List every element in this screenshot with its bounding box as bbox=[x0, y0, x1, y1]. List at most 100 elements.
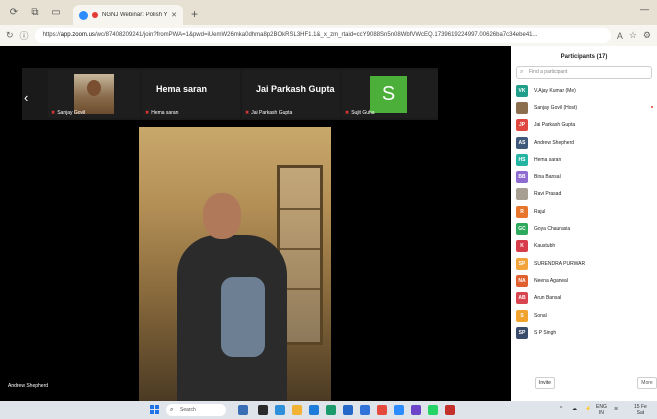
active-speaker-video bbox=[139, 127, 331, 401]
new-tab-icon[interactable]: + bbox=[191, 7, 198, 21]
participant-row[interactable]: K Kaustubh bbox=[511, 238, 657, 255]
speaker-head bbox=[203, 193, 241, 239]
zoom-app-icon[interactable] bbox=[394, 405, 404, 415]
participant-name: SURENDRA PURWAR bbox=[534, 260, 586, 267]
clock[interactable]: 15 Fe Sat bbox=[634, 404, 647, 416]
teams-icon[interactable] bbox=[411, 405, 421, 415]
participant-avatar: S bbox=[516, 309, 528, 322]
participant-name: Jai Parkash Gupta bbox=[534, 122, 576, 129]
participant-name: Neena Agarwal bbox=[534, 277, 568, 284]
video-tile-sanjay-govil[interactable]: ✖ Sanjay Govil bbox=[48, 70, 140, 118]
file-explorer-icon[interactable] bbox=[292, 405, 302, 415]
edge-alt-icon[interactable] bbox=[326, 405, 336, 415]
taskbar-search-label: Search bbox=[180, 407, 196, 413]
taskbar-search[interactable]: ⌕ Search bbox=[166, 404, 226, 416]
participant-name: Rajul bbox=[534, 208, 546, 215]
chevron-up-icon[interactable]: ^ bbox=[560, 406, 562, 412]
more-button[interactable]: More bbox=[637, 377, 657, 389]
chevron-left-icon[interactable]: ‹ bbox=[24, 90, 28, 105]
participant-name: Sonal bbox=[534, 312, 547, 319]
site-info-icon[interactable]: ⓘ bbox=[20, 29, 29, 42]
participant-row[interactable]: VK V.Ajay Kumar (Me) bbox=[511, 82, 657, 99]
participant-row[interactable]: HS Hema saran bbox=[511, 151, 657, 168]
tile-name: Hema saran bbox=[156, 84, 208, 94]
mic-muted-icon: ✖ bbox=[51, 110, 56, 116]
close-tab-icon[interactable]: ✕ bbox=[171, 11, 177, 19]
participants-title: Participants (17) bbox=[560, 54, 608, 60]
mic-muted-icon: ✖ bbox=[145, 110, 150, 116]
browser-tab[interactable]: NGNJ Webinar: Polish Your ✕ bbox=[73, 5, 183, 25]
participant-row[interactable]: NA Neena Agarwal bbox=[511, 272, 657, 289]
active-speaker-name: Andrew Shepherd bbox=[8, 383, 49, 389]
address-bar: ↻ ⓘ https://app.zoom.us/wc/87408209241/j… bbox=[0, 25, 657, 46]
browser-tab-bar: ⟳ ⧉ ▭ NGNJ Webinar: Polish Your ✕ + — bbox=[0, 0, 657, 25]
participant-name: Arun Bansal bbox=[534, 295, 562, 302]
participant-row[interactable]: SP SURENDRA PURWAR bbox=[511, 255, 657, 272]
participant-avatar: VK bbox=[516, 84, 528, 97]
participant-avatar bbox=[516, 188, 528, 201]
participant-avatar: R bbox=[516, 205, 528, 218]
participant-row[interactable]: S Sonal bbox=[511, 307, 657, 324]
video-tile-sujit-guha[interactable]: S ✖ Sujit Guha bbox=[342, 70, 438, 118]
invite-button[interactable]: Invite bbox=[535, 377, 555, 389]
search-participant-input[interactable]: ⌕ Find a participant bbox=[516, 66, 652, 79]
participant-avatar: GC bbox=[516, 223, 528, 236]
participant-row[interactable]: JP Jai Parkash Gupta bbox=[511, 117, 657, 134]
landscape-widget-icon[interactable] bbox=[238, 405, 248, 415]
participant-avatar: SP bbox=[516, 326, 528, 339]
participant-photo bbox=[74, 74, 114, 114]
reload-icon[interactable]: ↻ bbox=[6, 30, 14, 41]
mail-icon[interactable] bbox=[343, 405, 353, 415]
participant-row[interactable]: Sanjay Govil (Host) bbox=[511, 99, 657, 116]
participant-name: Ravi Prasad bbox=[534, 191, 562, 198]
participant-avatar: AS bbox=[516, 136, 528, 149]
tile-name: Jai Parkash Gupta bbox=[256, 84, 335, 94]
participant-avatar: K bbox=[516, 240, 528, 253]
photos-icon[interactable] bbox=[360, 405, 370, 415]
url-host: app.zoom.us bbox=[60, 32, 95, 38]
edge-browser-icon[interactable] bbox=[275, 405, 285, 415]
participant-name: Kaustubh bbox=[534, 243, 556, 250]
wifi-icon[interactable]: ≋ bbox=[614, 406, 618, 412]
video-tile-jai-parkash-gupta[interactable]: Jai Parkash Gupta ✖ Jai Parkash Gupta bbox=[242, 70, 340, 118]
participant-name: Andrew Shepherd bbox=[534, 139, 575, 146]
task-view-icon[interactable] bbox=[258, 405, 268, 415]
participant-row[interactable]: SP S P Singh bbox=[511, 324, 657, 341]
participant-name: Sanjay Govil (Host) bbox=[534, 104, 578, 111]
zoom-favicon-icon bbox=[79, 10, 88, 20]
participant-row[interactable]: R Rajul bbox=[511, 203, 657, 220]
whatsapp-icon[interactable] bbox=[428, 405, 438, 415]
tab-list-icon[interactable]: ▭ bbox=[49, 6, 63, 20]
tab-actions-icon[interactable]: ⟳ bbox=[7, 6, 21, 20]
url-field[interactable]: https://app.zoom.us/wc/87408209241/join?… bbox=[34, 28, 611, 43]
participant-avatar: NA bbox=[516, 274, 528, 287]
tile-label: ✖ Sanjay Govil bbox=[51, 110, 86, 116]
participant-row[interactable]: BB Bina Bansal bbox=[511, 168, 657, 185]
participant-avatar: AB bbox=[516, 292, 528, 305]
participant-row[interactable]: Ravi Prasad bbox=[511, 186, 657, 203]
participant-row[interactable]: GC Goya Chaurasia bbox=[511, 220, 657, 237]
participant-name: Goya Chaurasia bbox=[534, 226, 571, 233]
windows-start-icon[interactable] bbox=[150, 405, 160, 415]
app-icon[interactable] bbox=[445, 405, 455, 415]
chrome-icon[interactable] bbox=[377, 405, 387, 415]
collections-icon[interactable]: ⧉ bbox=[28, 6, 42, 20]
power-icon[interactable]: ⚡ bbox=[585, 406, 591, 412]
read-aloud-icon[interactable]: A bbox=[617, 31, 623, 41]
participant-avatar bbox=[516, 101, 528, 114]
tile-label: ✖ Hema saran bbox=[145, 110, 179, 116]
cloud-icon[interactable]: ☁ bbox=[572, 406, 577, 412]
search-placeholder: Find a participant bbox=[529, 69, 568, 75]
participant-list: VK V.Ajay Kumar (Me) Sanjay Govil (Host) JP… bbox=[511, 82, 657, 341]
video-tile-hema-saran[interactable]: Hema saran ✖ Hema saran bbox=[142, 70, 240, 118]
participant-row[interactable]: AS Andrew Shepherd bbox=[511, 134, 657, 151]
favorite-star-icon[interactable]: ☆ bbox=[629, 30, 637, 41]
language-indicator[interactable]: ENG IN bbox=[596, 404, 607, 416]
minimize-window-icon[interactable]: — bbox=[640, 4, 649, 14]
participant-avatar: BB bbox=[516, 171, 528, 184]
extensions-icon[interactable]: ⚙ bbox=[643, 30, 651, 41]
participant-row[interactable]: AB Arun Bansal bbox=[511, 290, 657, 307]
store-icon[interactable] bbox=[309, 405, 319, 415]
search-icon: ⌕ bbox=[520, 69, 524, 75]
tile-label: ✖ Sujit Guha bbox=[345, 110, 375, 116]
